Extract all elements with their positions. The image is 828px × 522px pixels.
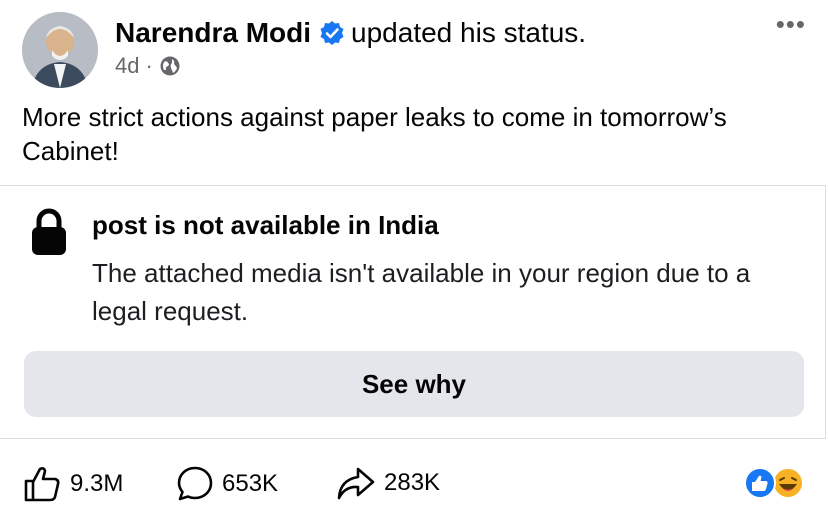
verified-badge-icon xyxy=(319,20,345,46)
notice-title: post is not available in India xyxy=(92,210,439,240)
author-name[interactable]: Narendra Modi xyxy=(115,17,311,48)
comment-count: 653K xyxy=(222,470,279,497)
globe-icon xyxy=(159,55,181,77)
comment-button[interactable]: 653K xyxy=(176,465,278,503)
post-footer: 9.3M 653K 283K xyxy=(0,455,828,515)
post-timestamp[interactable]: 4d xyxy=(115,52,139,80)
see-why-button[interactable]: See why xyxy=(24,351,804,417)
post-meta: 4d · xyxy=(115,52,181,80)
post-text: More strict actions against paper leaks … xyxy=(22,102,727,166)
haha-reaction-icon xyxy=(772,467,804,499)
notice-body: The attached media isn't available in yo… xyxy=(92,258,751,326)
reactions-summary[interactable] xyxy=(742,467,806,499)
share-button[interactable]: 283K xyxy=(336,465,440,501)
comment-icon xyxy=(176,465,214,503)
like-count: 9.3M xyxy=(70,470,124,497)
lock-icon xyxy=(30,208,68,256)
share-icon xyxy=(336,465,376,501)
like-reaction-icon xyxy=(744,467,776,499)
like-icon xyxy=(22,465,62,503)
meta-separator: · xyxy=(145,53,153,78)
post-action-text: updated his status. xyxy=(351,17,587,48)
like-button[interactable]: 9.3M xyxy=(22,465,123,503)
share-count: 283K xyxy=(384,469,441,496)
more-options-icon[interactable]: ••• xyxy=(776,11,806,37)
author-line: Narendra Modi updated his status. xyxy=(115,16,586,50)
post-header: Narendra Modi updated his status. 4d · ••… xyxy=(0,0,828,95)
author-avatar[interactable] xyxy=(22,12,98,88)
